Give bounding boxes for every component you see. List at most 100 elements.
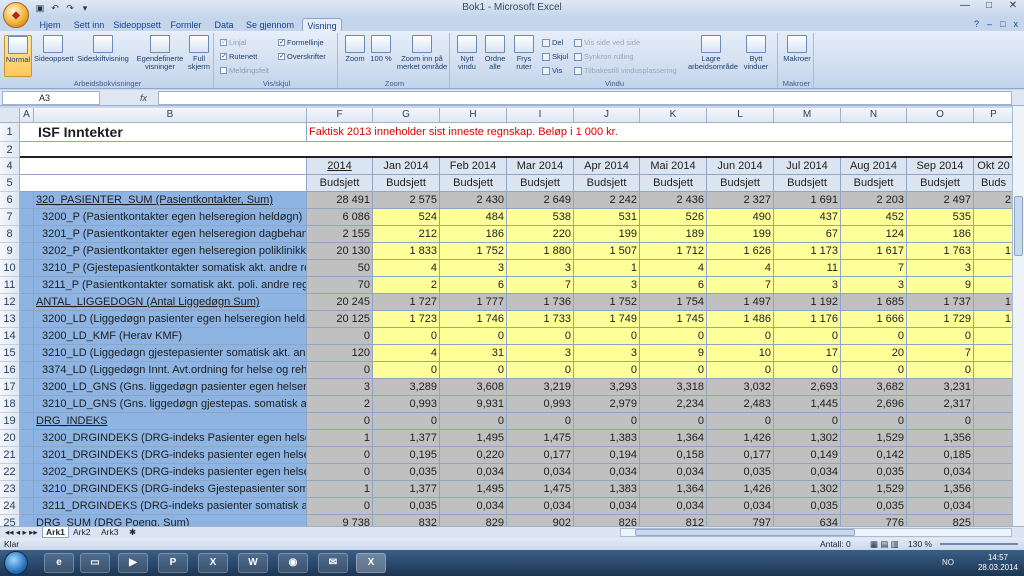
sheet-tab-ark3[interactable]: Ark3: [98, 527, 121, 538]
value-cell[interactable]: 7: [907, 345, 974, 362]
cell[interactable]: [20, 158, 307, 175]
value-cell[interactable]: 1,356: [907, 481, 974, 498]
value-cell[interactable]: 3: [574, 277, 640, 294]
value-cell[interactable]: 0: [307, 328, 373, 345]
value-cell[interactable]: 3: [574, 345, 640, 362]
cell[interactable]: [20, 379, 34, 396]
row-header[interactable]: 23: [0, 481, 20, 498]
value-cell[interactable]: 1 617: [841, 243, 907, 260]
value-cell[interactable]: [974, 447, 1012, 464]
value-cell[interactable]: 0: [640, 413, 707, 430]
value-cell[interactable]: 1,302: [774, 481, 841, 498]
value-cell[interactable]: 2,696: [841, 396, 907, 413]
value-cell[interactable]: 6: [440, 277, 507, 294]
value-cell[interactable]: 2 430: [440, 192, 507, 209]
value-cell[interactable]: 0,142: [841, 447, 907, 464]
period-header[interactable]: Apr 2014: [574, 158, 640, 175]
value-cell[interactable]: 0,993: [507, 396, 574, 413]
value-cell[interactable]: 2,979: [574, 396, 640, 413]
row-label[interactable]: 3211_P (Pasientkontakter somatisk akt. p…: [34, 277, 307, 294]
value-cell[interactable]: 0: [307, 447, 373, 464]
cell[interactable]: [20, 515, 34, 526]
value-cell[interactable]: 2,693: [774, 379, 841, 396]
save-workspace-button[interactable]: Lagre arbeidsområde: [688, 35, 738, 71]
value-cell[interactable]: 1 754: [640, 294, 707, 311]
budget-header[interactable]: Budsjett: [774, 175, 841, 192]
value-cell[interactable]: 0: [440, 362, 507, 379]
period-header[interactable]: Sep 2014: [907, 158, 974, 175]
page-layout-button[interactable]: Sideoppsett: [34, 35, 74, 63]
cell[interactable]: [20, 260, 34, 277]
zoom-100-button[interactable]: 100 %: [370, 35, 392, 63]
value-cell[interactable]: 0,993: [373, 396, 440, 413]
value-cell[interactable]: 1 723: [373, 311, 440, 328]
budget-header[interactable]: Budsjett: [907, 175, 974, 192]
value-cell[interactable]: 1,377: [373, 430, 440, 447]
budget-header[interactable]: Budsjett: [640, 175, 707, 192]
value-cell[interactable]: 0,220: [440, 447, 507, 464]
value-cell[interactable]: 0: [574, 362, 640, 379]
value-cell[interactable]: 4: [373, 345, 440, 362]
value-cell[interactable]: 1 763: [907, 243, 974, 260]
value-cell[interactable]: 0,034: [907, 498, 974, 515]
value-cell[interactable]: 4: [640, 260, 707, 277]
custom-views-button[interactable]: Egendefinerte visninger: [136, 35, 184, 71]
value-cell[interactable]: 1 752: [574, 294, 640, 311]
value-cell[interactable]: 2,483: [707, 396, 774, 413]
value-cell[interactable]: 1 727: [373, 294, 440, 311]
value-cell[interactable]: 2 649: [507, 192, 574, 209]
horizontal-scrollbar[interactable]: [620, 528, 1012, 537]
value-cell[interactable]: 0: [841, 328, 907, 345]
value-cell[interactable]: 212: [373, 226, 440, 243]
value-cell[interactable]: 20 125: [307, 311, 373, 328]
new-window-button[interactable]: Nytt vindu: [454, 35, 480, 71]
value-cell[interactable]: 0,158: [640, 447, 707, 464]
budget-header[interactable]: Budsjett: [307, 175, 373, 192]
value-cell[interactable]: [974, 260, 1012, 277]
cell[interactable]: [20, 498, 34, 515]
macros-button[interactable]: Makroer: [782, 35, 812, 63]
value-cell[interactable]: 1,426: [707, 430, 774, 447]
note-text[interactable]: Faktisk 2013 inneholder sist inneste reg…: [307, 123, 1012, 142]
value-cell[interactable]: 70: [307, 277, 373, 294]
value-cell[interactable]: 1: [974, 311, 1012, 328]
spreadsheet-grid[interactable]: A B F G H I J K L M N O P 1 2 4 5 6 7 8 9 10 11 12 13 14 15 16 17 18 1…: [0, 108, 1012, 526]
office-button[interactable]: ◆: [3, 2, 29, 28]
value-cell[interactable]: 1,302: [774, 430, 841, 447]
value-cell[interactable]: 0,149: [774, 447, 841, 464]
value-cell[interactable]: 2: [373, 277, 440, 294]
value-cell[interactable]: 1 733: [507, 311, 574, 328]
value-cell[interactable]: 3,293: [574, 379, 640, 396]
value-cell[interactable]: 1,383: [574, 430, 640, 447]
value-cell[interactable]: 3: [841, 277, 907, 294]
page-break-button[interactable]: Sideskiftvisning: [74, 35, 132, 63]
value-cell[interactable]: 2 203: [841, 192, 907, 209]
value-cell[interactable]: 2: [307, 396, 373, 413]
value-cell[interactable]: 3,608: [440, 379, 507, 396]
value-cell[interactable]: 452: [841, 209, 907, 226]
value-cell[interactable]: [974, 464, 1012, 481]
budget-header[interactable]: Buds: [974, 175, 1012, 192]
internet-explorer-icon[interactable]: e: [44, 553, 74, 573]
side-by-side-button[interactable]: Vis side ved side: [574, 38, 640, 47]
ribbon-restore-icon[interactable]: □: [1000, 19, 1005, 29]
value-cell[interactable]: 1,377: [373, 481, 440, 498]
value-cell[interactable]: 1,445: [774, 396, 841, 413]
value-cell[interactable]: 0,195: [373, 447, 440, 464]
value-cell[interactable]: 1 729: [907, 311, 974, 328]
row-label[interactable]: 3202_P (Pasientkontakter egen helseregio…: [34, 243, 307, 260]
value-cell[interactable]: 0,034: [574, 464, 640, 481]
value-cell[interactable]: 531: [574, 209, 640, 226]
value-cell[interactable]: 0: [373, 413, 440, 430]
value-cell[interactable]: 20: [841, 345, 907, 362]
value-cell[interactable]: 6: [640, 277, 707, 294]
value-cell[interactable]: 437: [774, 209, 841, 226]
row-header[interactable]: 14: [0, 328, 20, 345]
zoom-slider[interactable]: [940, 543, 1018, 545]
value-cell[interactable]: 0: [774, 362, 841, 379]
value-cell[interactable]: 0,034: [507, 464, 574, 481]
freeze-panes-button[interactable]: Frys ruter: [510, 35, 538, 71]
value-cell[interactable]: 2 155: [307, 226, 373, 243]
cell[interactable]: [20, 481, 34, 498]
value-cell[interactable]: 3,318: [640, 379, 707, 396]
